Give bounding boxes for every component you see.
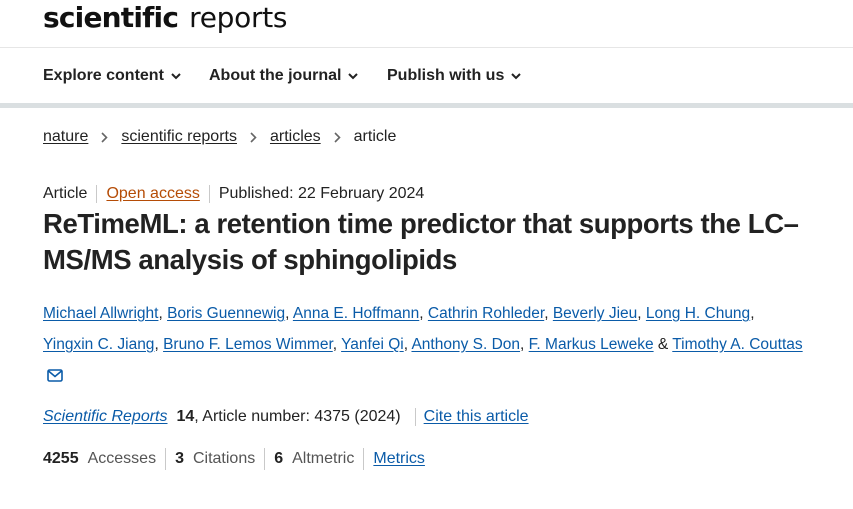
article-type: Article (43, 185, 88, 202)
chevron-right-icon (101, 131, 109, 143)
site-header: scientific reports (0, 0, 853, 48)
author-link[interactable]: F. Markus Leweke (529, 336, 654, 353)
author-link[interactable]: Long H. Chung (646, 305, 750, 322)
corresponding-author-link[interactable]: Timothy A. Couttas (672, 336, 802, 353)
article-number: , Article number: 4375 (2024) (194, 408, 401, 425)
logo-reports: reports (189, 1, 288, 34)
metrics-divider (165, 448, 167, 470)
altmetric-score: 6 (274, 450, 284, 467)
cite-this-article-link[interactable]: Cite this article (424, 408, 529, 426)
metrics-link[interactable]: Metrics (373, 450, 425, 468)
author-link[interactable]: Michael Allwright (43, 305, 158, 322)
breadcrumb-current: article (353, 128, 397, 145)
volume-number: 14 (176, 408, 195, 425)
breadcrumb-nature[interactable]: nature (43, 128, 88, 146)
author-ampersand: & (657, 336, 669, 353)
author-link[interactable]: Cathrin Rohleder (428, 305, 544, 322)
envelope-icon[interactable] (47, 362, 63, 393)
nav-label: Explore content (43, 67, 164, 84)
article-title: ReTimeML: a retention time predictor tha… (43, 208, 799, 275)
author-link[interactable]: Bruno F. Lemos Wimmer (163, 336, 333, 353)
nav-explore-content[interactable]: Explore content (43, 67, 181, 85)
main-nav: Explore content About the journal Publis… (0, 49, 853, 103)
meta-divider (208, 185, 210, 203)
nav-divider-bar (0, 103, 853, 108)
journal-link[interactable]: Scientific Reports (43, 408, 168, 426)
author-link[interactable]: Beverly Jieu (553, 305, 637, 322)
accesses-count: 4255 (43, 450, 79, 467)
author-link[interactable]: Yingxin C. Jiang (43, 336, 154, 353)
breadcrumb-scientific-reports[interactable]: scientific reports (121, 128, 237, 146)
altmetric-label: Altmetric (292, 450, 355, 467)
chevron-down-icon (171, 72, 181, 79)
metrics-divider (363, 448, 365, 470)
breadcrumb: nature scientific reports articles artic… (43, 128, 396, 146)
logo-scientific: scientific (43, 1, 179, 34)
chevron-right-icon (334, 131, 341, 143)
metrics-divider (264, 448, 266, 470)
citations-count: 3 (175, 450, 184, 467)
author-link[interactable]: Anna E. Hoffmann (293, 305, 419, 322)
published-date: Published: 22 February 2024 (218, 185, 425, 202)
article-meta: Article Open access Published: 22 Februa… (43, 185, 424, 203)
nav-publish-with-us[interactable]: Publish with us (387, 67, 522, 85)
nav-about-journal[interactable]: About the journal (209, 67, 359, 85)
citation-line: Scientific Reports 14 , Article number: … (43, 408, 529, 426)
breadcrumb-articles[interactable]: articles (270, 128, 321, 146)
citation-divider (414, 408, 416, 426)
chevron-right-icon (250, 131, 257, 143)
author-list: Michael Allwright, Boris Guennewig, Anna… (43, 298, 803, 393)
meta-divider (96, 185, 98, 203)
author-link[interactable]: Yanfei Qi (341, 336, 404, 353)
author-link[interactable]: Boris Guennewig (167, 305, 285, 322)
journal-logo[interactable]: scientific reports (43, 1, 287, 41)
accesses-label: Accesses (87, 450, 157, 467)
open-access-link[interactable]: Open access (106, 185, 199, 203)
article-metrics: 4255 Accesses 3 Citations 6 Altmetric Me… (43, 448, 425, 470)
chevron-down-icon (348, 72, 359, 79)
chevron-down-icon (511, 72, 522, 79)
nav-label: About the journal (209, 67, 342, 84)
citations-label: Citations (192, 450, 256, 467)
nav-label: Publish with us (387, 67, 505, 84)
author-link[interactable]: Anthony S. Don (411, 336, 520, 353)
